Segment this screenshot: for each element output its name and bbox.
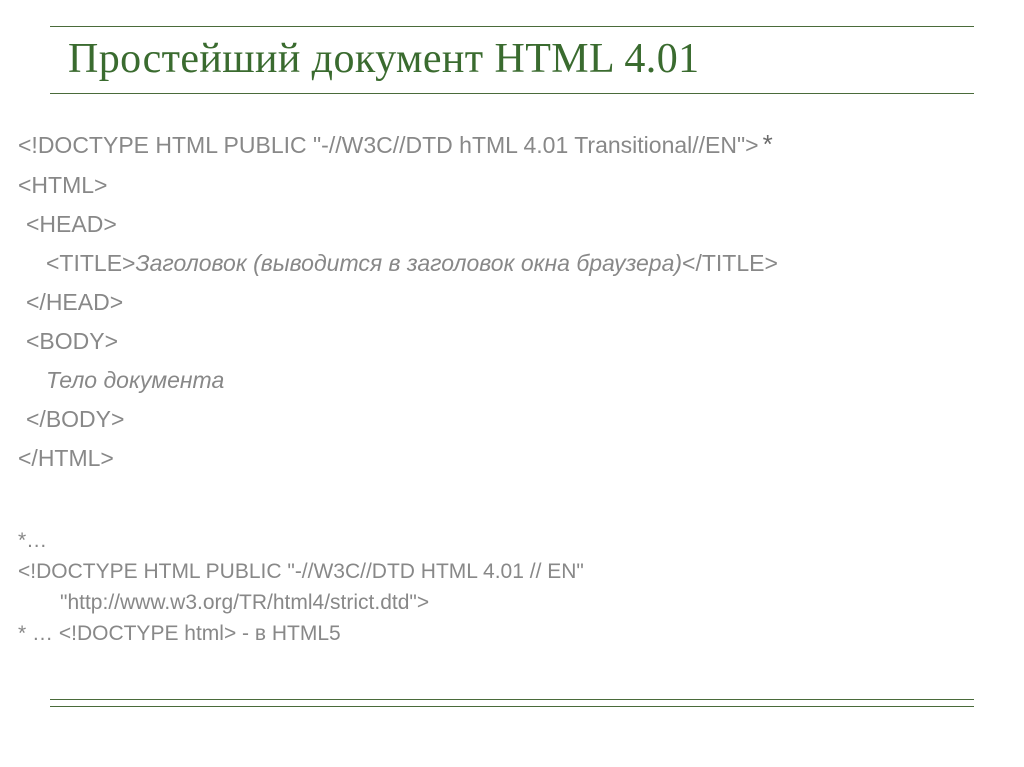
- title-top-rule: [50, 26, 974, 27]
- code-line-doctype: <!DOCTYPE HTML PUBLIC "-//W3C//DTD hTML …: [18, 130, 1006, 162]
- slide-content: <!DOCTYPE HTML PUBLIC "-//W3C//DTD hTML …: [18, 130, 1006, 652]
- code-line-body-text: Тело документа: [18, 365, 1006, 396]
- footnote-2: <!DOCTYPE HTML PUBLIC "-//W3C//DTD HTML …: [18, 559, 1006, 586]
- code-line-html-open: <HTML>: [18, 170, 1006, 201]
- code-line-body-close: </BODY>: [18, 404, 1006, 435]
- title-tag-open: <TITLE>: [46, 250, 135, 276]
- footer-block: *… <!DOCTYPE HTML PUBLIC "-//W3C//DTD HT…: [18, 528, 1006, 648]
- footnote-3: "http://www.w3.org/TR/html4/strict.dtd">: [18, 590, 1006, 617]
- code-line-html-close: </HTML>: [18, 443, 1006, 474]
- bottom-rule-1: [50, 699, 974, 700]
- code-line-head-close: </HEAD>: [18, 287, 1006, 318]
- bottom-rules: [50, 699, 974, 707]
- footnote-1: *…: [18, 528, 1006, 555]
- code-line-title: <TITLE>Заголовок (выводится в заголовок …: [18, 248, 1006, 279]
- slide-frame: Простейший документ HTML 4.01: [50, 26, 974, 94]
- code-line-head-open: <HEAD>: [18, 209, 1006, 240]
- title-tag-close: </TITLE>: [682, 250, 778, 276]
- title-bottom-rule: [50, 93, 974, 94]
- title-text: Заголовок (выводится в заголовок окна бр…: [135, 250, 682, 276]
- code-line-body-open: <BODY>: [18, 326, 1006, 357]
- footnote-4: * … <!DOCTYPE html> - в HTML5: [18, 621, 1006, 648]
- doctype-text: <!DOCTYPE HTML PUBLIC "-//W3C//DTD hTML …: [18, 130, 759, 161]
- bottom-rule-2: [50, 706, 974, 707]
- slide-title: Простейший документ HTML 4.01: [68, 35, 974, 83]
- asterisk-marker: *: [763, 127, 773, 162]
